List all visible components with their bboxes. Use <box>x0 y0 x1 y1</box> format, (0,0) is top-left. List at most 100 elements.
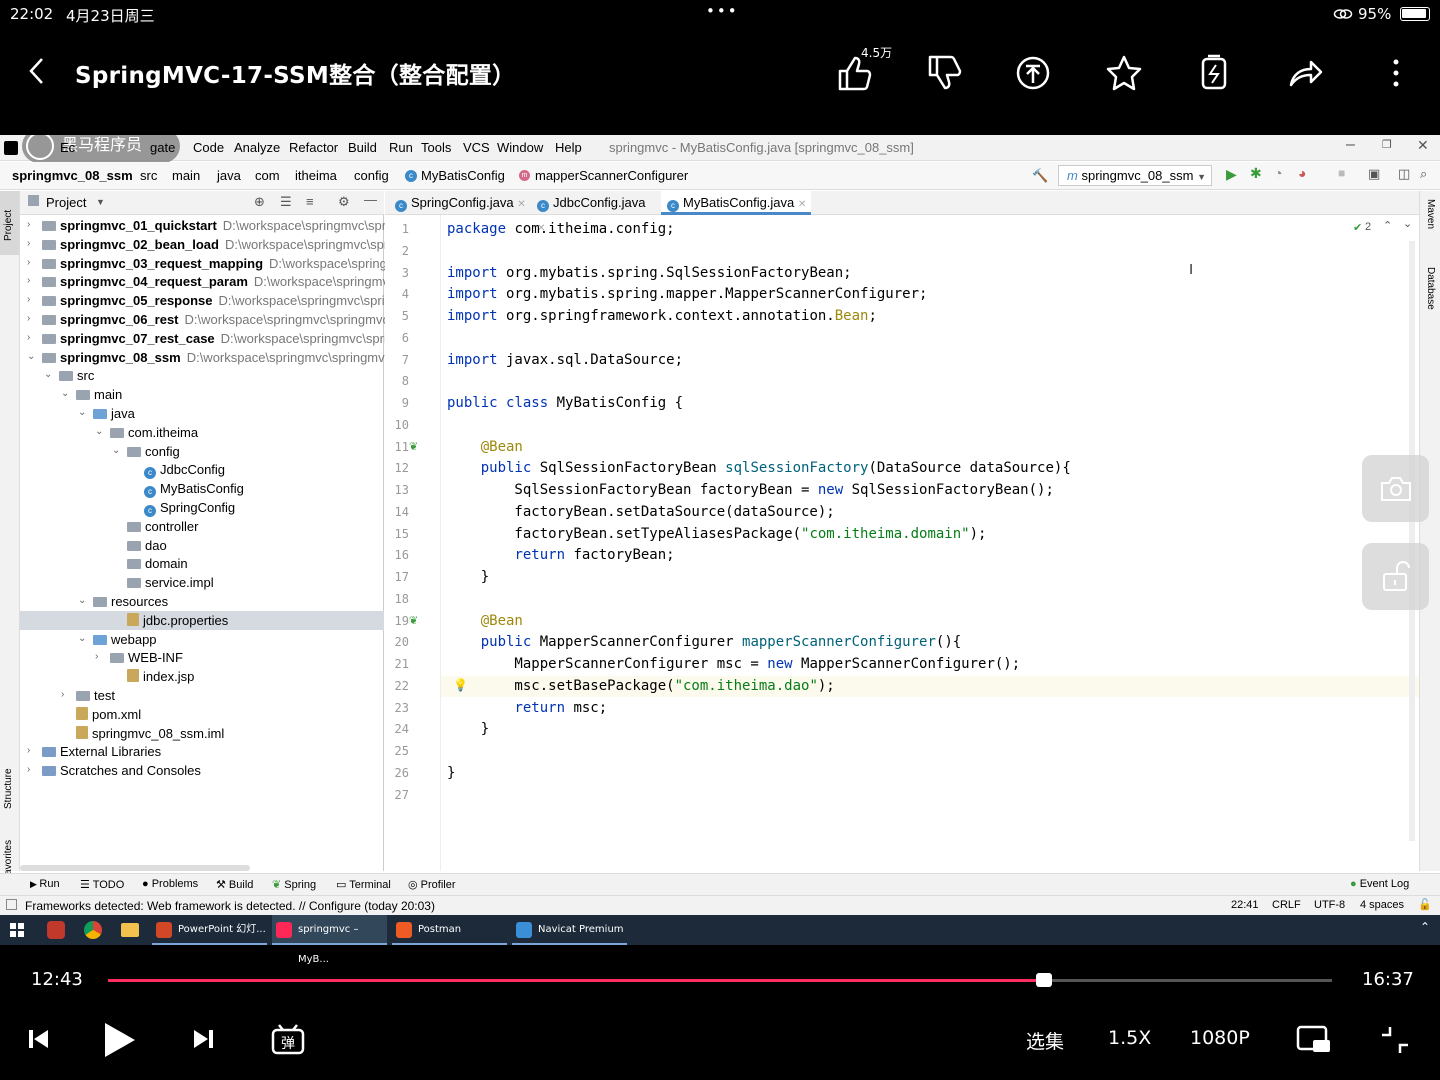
breadcrumb-class[interactable]: MyBatisConfig <box>421 168 505 183</box>
prev-highlight-icon[interactable]: ⌃ <box>1383 219 1392 232</box>
tree-item[interactable]: springmvc_08_ssm D:\workspace\springmvc\s… <box>42 348 391 367</box>
tab-spring-config[interactable]: c SpringConfig.java ✕ <box>389 191 529 215</box>
taskbar-app[interactable]: springmvc – MyB... <box>272 915 387 965</box>
maven-tool-tab[interactable]: Maven <box>1425 199 1436 229</box>
tree-toggle-icon[interactable]: › <box>27 275 30 286</box>
locate-icon[interactable]: ⊕ <box>254 194 265 210</box>
tree-item[interactable]: springmvc_03_request_mapping D:\workspace… <box>42 254 387 273</box>
code-line[interactable]: return factoryBean; <box>447 545 674 565</box>
tree-item[interactable]: config <box>127 442 180 461</box>
tree-toggle-icon[interactable]: › <box>27 764 30 775</box>
restore-icon[interactable]: ❐ <box>1382 138 1392 151</box>
quality-button[interactable]: 1080P <box>1190 1027 1250 1049</box>
menu-item-window[interactable]: Window <box>497 140 543 155</box>
tree-toggle-icon[interactable]: › <box>95 651 98 662</box>
tree-item[interactable]: springmvc_05_response D:\workspace\spring… <box>42 291 389 310</box>
progress-bar[interactable] <box>108 973 1332 987</box>
tree-toggle-icon[interactable]: › <box>27 219 30 230</box>
code-line[interactable]: package com.itheima.config; <box>447 219 675 239</box>
tool-event-log[interactable]: ● Event Log <box>1350 878 1409 890</box>
code-line[interactable]: public MapperScannerConfigurer mapperSca… <box>447 632 961 652</box>
tree-item[interactable]: c JdbcConfig <box>144 460 225 480</box>
tree-item[interactable]: dao <box>127 536 167 555</box>
coverage-icon[interactable]: ◔ <box>1274 165 1282 181</box>
previous-icon[interactable] <box>28 1027 50 1051</box>
next-icon[interactable] <box>192 1027 214 1051</box>
more-button[interactable] <box>1373 50 1419 96</box>
screenshot-button[interactable] <box>1362 455 1429 522</box>
tree-item[interactable]: jdbc.properties <box>20 610 384 630</box>
tree-toggle-icon[interactable]: › <box>27 745 30 756</box>
picture-in-picture-icon[interactable] <box>1296 1025 1332 1055</box>
tree-toggle-icon[interactable]: ⌄ <box>78 407 86 418</box>
tree-item[interactable]: springmvc_08_ssm.iml <box>76 724 224 743</box>
code-line[interactable]: @Bean <box>447 611 523 631</box>
search-icon[interactable]: ⌕ <box>1420 166 1427 182</box>
back-icon[interactable] <box>26 56 48 86</box>
close-tab-icon[interactable]: ✕ <box>798 199 806 210</box>
tree-item[interactable]: External Libraries <box>42 742 161 761</box>
tree-item[interactable]: pom.xml <box>76 705 141 724</box>
tool-todo[interactable]: ☰ TODO <box>80 878 124 891</box>
run-config-select[interactable]: m springmvc_08_ssm ▼ <box>1058 165 1212 186</box>
menu-item-vcs[interactable]: VCS <box>463 140 490 155</box>
code-line[interactable]: } <box>447 719 489 739</box>
breadcrumb-src[interactable]: src <box>140 168 157 183</box>
debug-icon[interactable]: ✱ <box>1250 165 1262 182</box>
breadcrumb-itheima[interactable]: itheima <box>295 168 337 183</box>
project-structure-icon[interactable]: ▣ <box>1368 166 1380 182</box>
tree-item[interactable]: springmvc_06_rest D:\workspace\springmvc\… <box>42 310 389 329</box>
next-highlight-icon[interactable]: ⌄ <box>1403 217 1412 230</box>
speed-button[interactable]: 1.5X <box>1108 1027 1151 1049</box>
code-line[interactable]: factoryBean.setDataSource(dataSource); <box>447 502 834 522</box>
file-encoding[interactable]: UTF-8 <box>1314 899 1345 911</box>
close-icon[interactable]: ✕ <box>1417 137 1429 154</box>
tree-toggle-icon[interactable]: ⌄ <box>27 351 35 362</box>
code-line[interactable]: public class MyBatisConfig { <box>447 393 683 413</box>
minimize-icon[interactable]: – <box>1346 136 1355 154</box>
tree-item[interactable]: test <box>76 686 115 705</box>
tree-toggle-icon[interactable]: ⌄ <box>78 633 86 644</box>
tree-item[interactable]: service.impl <box>127 573 214 592</box>
code-line[interactable]: import javax.sql.DataSource; <box>447 350 683 370</box>
tool-spring[interactable]: ❦ Spring <box>272 878 316 891</box>
close-tab-icon[interactable]: ✕ <box>517 199 525 210</box>
code-line[interactable]: return msc; <box>447 698 607 718</box>
tree-toggle-icon[interactable]: › <box>27 313 30 324</box>
breadcrumb-main[interactable]: main <box>172 168 200 183</box>
tree-toggle-icon[interactable]: › <box>27 294 30 305</box>
inspection-count[interactable]: 2 <box>1365 221 1371 233</box>
chrome-icon[interactable] <box>84 921 102 939</box>
tree-toggle-icon[interactable]: ⌄ <box>112 445 120 456</box>
menu-item-build[interactable]: Build <box>348 140 377 155</box>
tree-item[interactable]: resources <box>93 592 168 611</box>
gear-icon[interactable]: ⚙ <box>338 194 350 210</box>
danmaku-icon[interactable]: 弹 <box>270 1023 306 1057</box>
windows-start-icon[interactable] <box>10 923 24 937</box>
tree-item[interactable]: index.jsp <box>127 667 194 686</box>
tree-toggle-icon[interactable]: ⌄ <box>61 388 69 399</box>
structure-tool-tab[interactable]: Structure <box>3 768 14 809</box>
tool-build[interactable]: ⚒ Build <box>216 878 253 891</box>
hide-panel-icon[interactable]: — <box>364 192 377 207</box>
menu-item-tools[interactable]: Tools <box>421 140 451 155</box>
build-hammer-icon[interactable]: 🔨 <box>1032 168 1048 184</box>
cursor-position[interactable]: 22:41 <box>1231 899 1259 911</box>
code-line[interactable]: import org.springframework.context.annot… <box>447 306 877 326</box>
tree-item[interactable]: domain <box>127 554 188 573</box>
breadcrumb-java[interactable]: java <box>217 168 241 183</box>
indent-setting[interactable]: 4 spaces <box>1360 899 1404 911</box>
tree-item[interactable]: c SpringConfig <box>144 498 235 517</box>
expand-all-icon[interactable]: ☰ <box>280 194 292 210</box>
episodes-button[interactable]: 选集 <box>1026 1027 1064 1054</box>
chevron-down-icon[interactable]: ▼ <box>96 197 105 207</box>
tree-item[interactable]: c MyBatisConfig <box>144 479 244 499</box>
tree-toggle-icon[interactable]: ⌄ <box>95 426 103 437</box>
code-line[interactable]: } <box>447 567 489 587</box>
multitask-dots-icon[interactable]: ••• <box>706 2 739 20</box>
tree-toggle-icon[interactable]: › <box>27 332 30 343</box>
tree-toggle-icon[interactable]: › <box>61 689 64 700</box>
code-line[interactable]: import org.mybatis.spring.mapper.MapperS… <box>447 284 927 304</box>
code-line[interactable]: msc.setBasePackage("com.itheima.dao"); <box>447 676 834 696</box>
tree-item[interactable]: springmvc_01_quickstart D:\workspace\spri… <box>42 216 389 235</box>
